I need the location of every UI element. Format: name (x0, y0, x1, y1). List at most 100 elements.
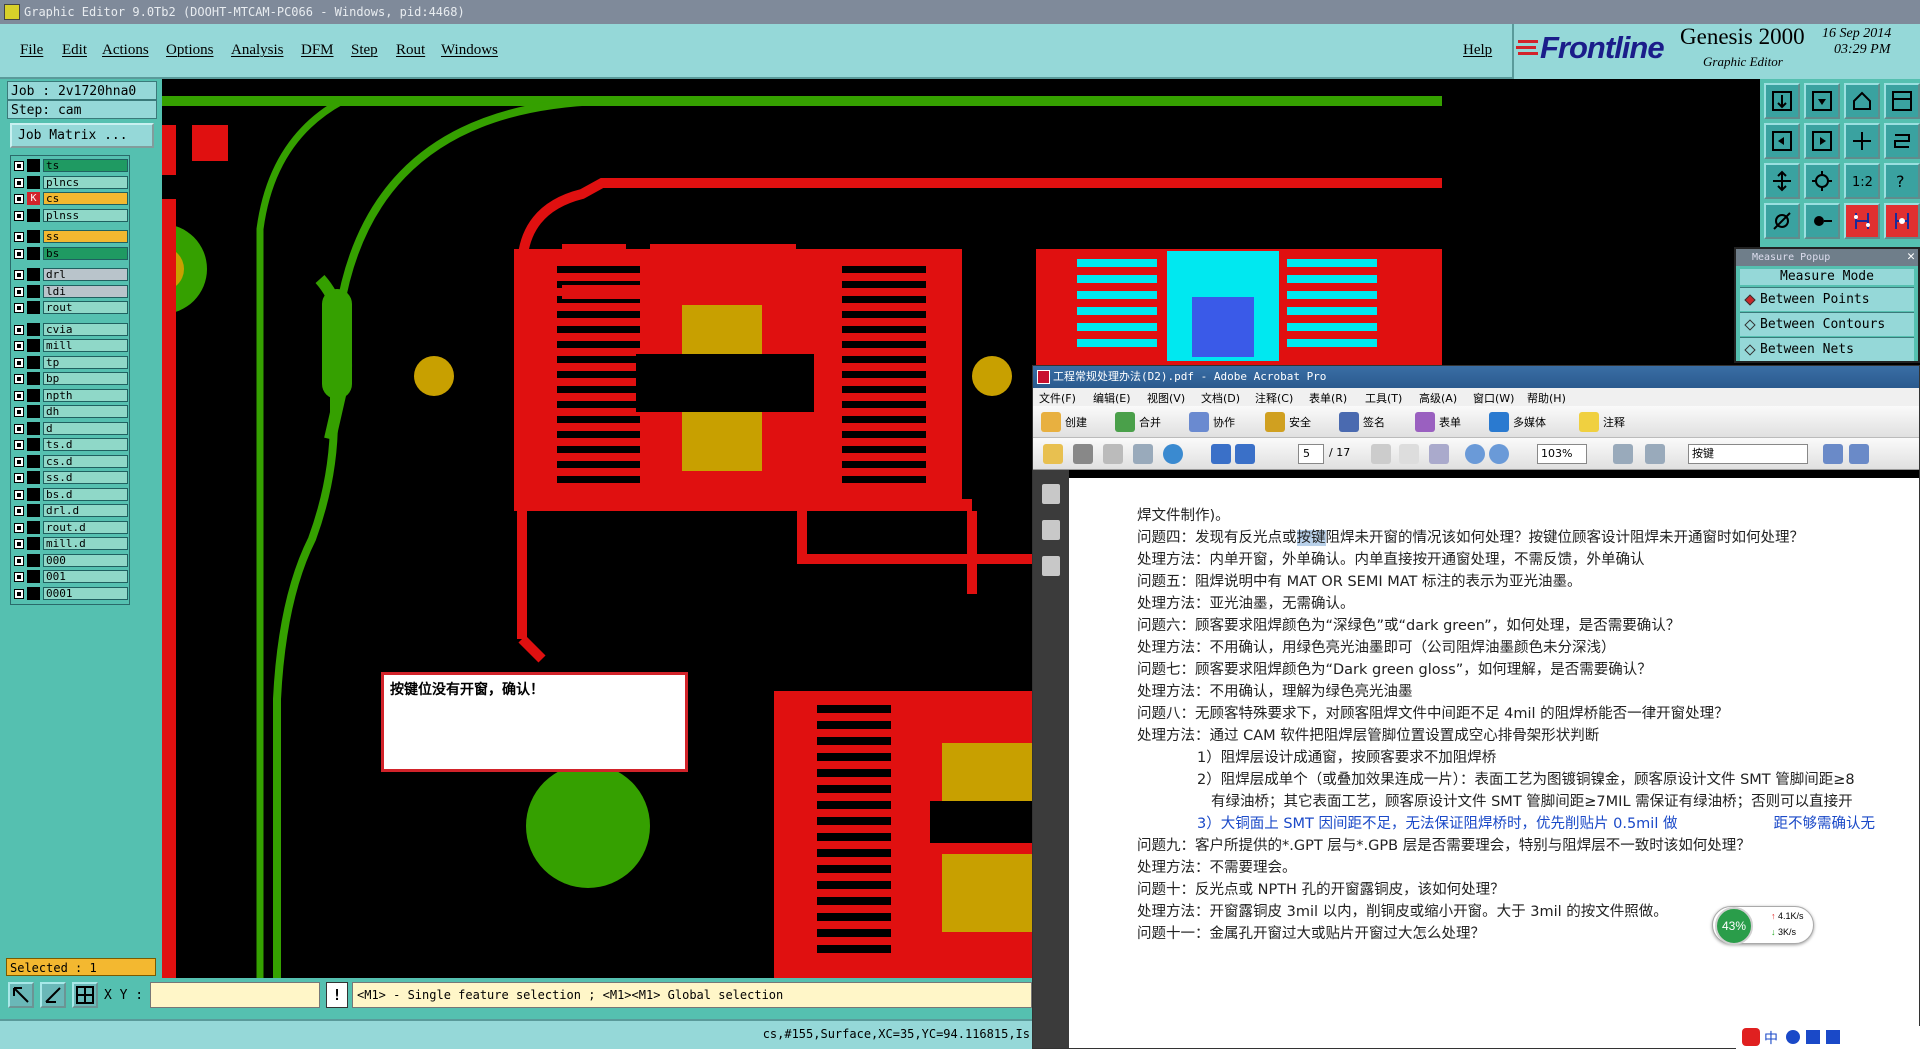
layer-color-box[interactable] (27, 246, 40, 260)
layer-name[interactable]: plnss (43, 208, 128, 222)
layer-visibility-checkbox[interactable] (14, 324, 24, 335)
acro-menu-file[interactable]: 文件(F) (1039, 390, 1076, 406)
layer-color-box[interactable] (27, 471, 40, 484)
layer-name[interactable]: bs (43, 246, 128, 260)
combine-icon[interactable] (1115, 412, 1135, 432)
ime-chinese-icon[interactable]: 中 (1764, 1028, 1778, 1048)
layer-row[interactable]: mill.d (11, 536, 129, 551)
layer-name[interactable]: plncs (43, 175, 128, 189)
signatures-panel-icon[interactable] (1042, 556, 1060, 576)
layer-visibility-checkbox[interactable] (14, 588, 24, 599)
layer-row[interactable]: ss.d (11, 470, 129, 485)
zoom-right-icon[interactable] (1804, 123, 1840, 159)
page-down-icon[interactable] (1235, 444, 1255, 464)
layer-row[interactable]: plnss (11, 208, 129, 223)
layer-row[interactable]: rout.d (11, 520, 129, 535)
layer-color-box[interactable] (27, 322, 40, 336)
layer-color-box[interactable] (27, 504, 40, 517)
layer-name[interactable]: ldi (43, 284, 128, 298)
acro-menu-view[interactable]: 视图(V) (1147, 390, 1185, 406)
window-title-bar[interactable]: Graphic Editor 9.0Tb2 (DOOHT-MTCAM-PC066… (0, 0, 1920, 24)
grid-snap-icon[interactable] (72, 982, 98, 1008)
layer-name[interactable]: drl (43, 268, 128, 281)
zoom-home-icon[interactable] (1764, 83, 1800, 119)
layer-color-box[interactable] (27, 355, 40, 369)
fit-width-icon[interactable] (1613, 444, 1633, 464)
component-highlight-icon[interactable] (1884, 203, 1920, 239)
zoom-in-button-icon[interactable] (1489, 444, 1509, 464)
zoom-in-icon[interactable] (1764, 163, 1800, 199)
forms-button[interactable]: 表单 (1439, 414, 1461, 430)
menu-help[interactable]: Help (1463, 42, 1492, 59)
job-matrix-button[interactable]: Job Matrix ... (10, 123, 154, 148)
save-icon[interactable] (1103, 444, 1123, 464)
layer-color-box[interactable] (27, 520, 40, 534)
zoom-left-icon[interactable] (1764, 123, 1800, 159)
layer-color-box[interactable] (27, 208, 40, 222)
layer-color-box[interactable]: K (27, 192, 40, 205)
menu-actions[interactable]: Actions (102, 42, 149, 59)
confirm-annotation-box[interactable]: 按键位没有开窗，确认！ (381, 672, 688, 772)
email-icon[interactable] (1133, 444, 1153, 464)
layer-visibility-checkbox[interactable] (14, 506, 24, 516)
menu-dfm[interactable]: DFM (301, 42, 334, 59)
layer-color-box[interactable] (27, 454, 40, 468)
menu-windows[interactable]: Windows (441, 42, 498, 59)
layer-visibility-checkbox[interactable] (14, 286, 24, 297)
layer-row[interactable]: 000 (11, 553, 129, 568)
layer-name[interactable]: ts (43, 159, 128, 172)
measure-between-nets[interactable]: Between Nets (1740, 337, 1914, 361)
tools-icon[interactable] (1826, 1030, 1840, 1044)
layer-name[interactable]: npth (43, 388, 128, 402)
page-number-input[interactable]: 5 (1298, 444, 1324, 464)
layer-color-box[interactable] (27, 372, 40, 385)
layer-color-box[interactable] (27, 388, 40, 402)
window-layout-icon[interactable] (1884, 83, 1920, 119)
acro-menu-window[interactable]: 窗口(W) (1473, 390, 1514, 406)
pen-icon[interactable] (1339, 412, 1359, 432)
menu-file[interactable]: File (20, 42, 43, 59)
layer-visibility-checkbox[interactable] (14, 210, 24, 221)
measure-between-points[interactable]: Between Points (1740, 287, 1914, 311)
layer-color-box[interactable] (27, 586, 40, 600)
layer-color-box[interactable] (27, 570, 40, 583)
acro-menu-help[interactable]: 帮助(H) (1527, 390, 1566, 406)
secure-button[interactable]: 安全 (1289, 414, 1311, 430)
bookmarks-panel-icon[interactable] (1042, 520, 1060, 540)
close-icon[interactable]: ✕ (1907, 249, 1915, 264)
multimedia-icon[interactable] (1489, 412, 1509, 432)
layer-name[interactable]: rout.d (43, 520, 128, 534)
pdf-page[interactable]: 焊文件制作)。 问题四：发现有反光点或按键阻焊未开窗的情况该如何处理？按键位顾客设… (1069, 470, 1919, 1048)
layer-visibility-checkbox[interactable] (14, 539, 24, 549)
fit-page-icon[interactable] (1645, 444, 1665, 464)
collaborate-icon[interactable] (1189, 412, 1209, 432)
layer-visibility-checkbox[interactable] (14, 489, 24, 500)
sogou-ime-icon[interactable] (1742, 1028, 1760, 1046)
keyboard-icon[interactable] (1806, 1030, 1820, 1044)
layer-row[interactable]: bs.d (11, 487, 129, 502)
acro-menu-comment[interactable]: 注释(C) (1255, 390, 1293, 406)
zoom-out-button-icon[interactable] (1465, 444, 1485, 464)
layer-visibility-checkbox[interactable] (14, 357, 24, 368)
layer-row[interactable]: ts.d (11, 437, 129, 452)
hand-tool-icon[interactable] (1399, 444, 1419, 464)
layer-color-box[interactable] (27, 175, 40, 189)
select-arrow-icon[interactable] (8, 982, 34, 1008)
home-view-icon[interactable] (1844, 83, 1880, 119)
info-exclamation-icon[interactable]: ! (326, 982, 348, 1008)
scale-1-2-icon[interactable]: 1:2 (1844, 163, 1880, 199)
measure-popup-title[interactable]: Measure Popup (1736, 249, 1918, 266)
create-button[interactable]: 创建 (1065, 414, 1087, 430)
layer-name[interactable]: ss (43, 230, 128, 243)
layer-color-box[interactable] (27, 405, 40, 418)
snap-tool-icon[interactable] (1804, 203, 1840, 239)
layer-row[interactable]: d (11, 421, 129, 436)
layer-color-box[interactable] (27, 284, 40, 298)
layer-row[interactable]: 001 (11, 569, 129, 584)
find-previous-icon[interactable] (1823, 444, 1843, 464)
layer-color-box[interactable] (27, 438, 40, 451)
pan-down-icon[interactable] (1804, 83, 1840, 119)
menu-step[interactable]: Step (351, 42, 378, 59)
moon-icon[interactable] (1786, 1030, 1800, 1044)
comment-icon[interactable] (1579, 412, 1599, 432)
